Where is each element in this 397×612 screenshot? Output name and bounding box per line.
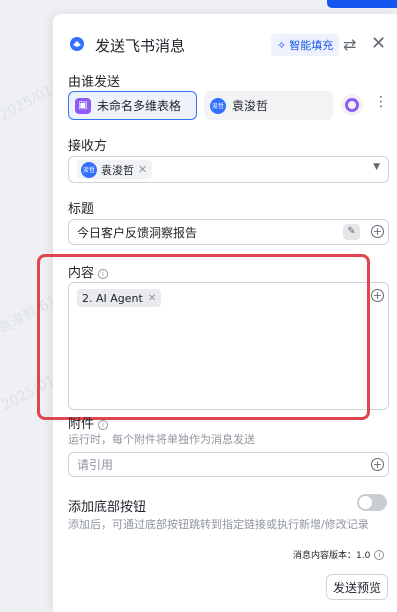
chevron-down-icon[interactable]: ▼ xyxy=(373,162,380,172)
attachment-hint: 运行时，每个附件将单独作为消息发送 xyxy=(68,433,255,446)
content-label: 内容 i xyxy=(68,262,109,281)
add-title-variable-icon[interactable]: + xyxy=(371,225,384,238)
version-label: 消息内容版本： xyxy=(293,551,357,561)
bottom-button-label: 添加底部按钮 xyxy=(68,500,147,515)
sender-option-label: 未命名多维表格 xyxy=(97,99,182,113)
top-action-button[interactable] xyxy=(327,0,397,8)
page-title: 发送飞书消息 xyxy=(95,37,186,55)
smart-fill-label: 智能填充 xyxy=(289,39,334,52)
content-label-text: 内容 xyxy=(68,266,95,281)
more-options-icon[interactable]: ⋮ xyxy=(371,94,391,116)
title-input[interactable]: 今日客户反馈洞察报告 xyxy=(68,219,389,245)
sender-option-user[interactable]: 浚哲 袁浚哲 xyxy=(204,91,333,120)
receiver-label: 接收方 xyxy=(68,139,108,154)
receiver-tag: 浚哲 袁浚哲 ✕ xyxy=(77,160,153,179)
receiver-tag-label: 袁浚哲 xyxy=(101,163,134,177)
send-feishu-message-panel: 发送飞书消息 ✧ 智能填充 ⇄ ✕ 由谁发送 ▣ 未命名多维表格 浚哲 袁浚哲 … xyxy=(37,14,397,612)
sparkle-icon: ✧ xyxy=(277,38,287,52)
content-editor[interactable]: 2. AI Agent ✕ xyxy=(68,282,389,410)
close-icon[interactable]: ✕ xyxy=(371,33,386,54)
receiver-select[interactable]: 浚哲 袁浚哲 ✕ ▼ xyxy=(68,156,389,183)
info-icon[interactable]: i xyxy=(98,420,109,430)
bitable-icon: ▣ xyxy=(75,97,91,114)
remove-tag-icon[interactable]: ✕ xyxy=(138,163,147,176)
remove-tag-icon[interactable]: ✕ xyxy=(148,293,156,304)
bottom-button-hint: 添加后，可通过底部按钮跳转到指定链接或执行新增/修改记录 xyxy=(68,518,369,531)
add-attachment-icon[interactable]: + xyxy=(371,458,384,471)
info-icon[interactable]: i xyxy=(98,269,109,279)
attachment-label: 附件 i xyxy=(68,413,109,432)
version-value: 1.0 xyxy=(356,551,371,561)
send-preview-button[interactable]: 发送预览 xyxy=(326,574,388,600)
attachment-label-text: 附件 xyxy=(68,417,95,432)
content-tag: 2. AI Agent ✕ xyxy=(77,289,162,307)
sender-option-bitable[interactable]: ▣ 未命名多维表格 xyxy=(68,91,197,120)
add-content-variable-icon[interactable]: + xyxy=(371,289,384,302)
panel-header: 发送飞书消息 ✧ 智能填充 ⇄ ✕ xyxy=(53,14,397,74)
feishu-message-icon xyxy=(70,37,84,51)
swap-icon[interactable]: ⇄ xyxy=(343,35,356,54)
sender-option-app[interactable] xyxy=(341,94,363,116)
app-icon xyxy=(345,98,359,112)
smart-fill-button[interactable]: ✧ 智能填充 xyxy=(271,34,340,56)
title-label: 标题 xyxy=(68,202,95,217)
avatar: 浚哲 xyxy=(210,97,226,114)
message-version: 消息内容版本：1.0 i xyxy=(293,548,385,561)
attachment-reference-input[interactable]: 请引用 xyxy=(68,452,389,477)
avatar: 浚哲 xyxy=(81,161,97,178)
sender-label: 由谁发送 xyxy=(68,75,121,90)
sender-option-label: 袁浚哲 xyxy=(232,99,269,113)
top-strip xyxy=(53,0,397,14)
info-icon[interactable]: i xyxy=(374,550,385,560)
template-icon[interactable]: ✎ xyxy=(343,224,360,240)
content-tag-label: 2. AI Agent xyxy=(82,291,143,305)
bottom-button-toggle[interactable] xyxy=(357,494,387,511)
